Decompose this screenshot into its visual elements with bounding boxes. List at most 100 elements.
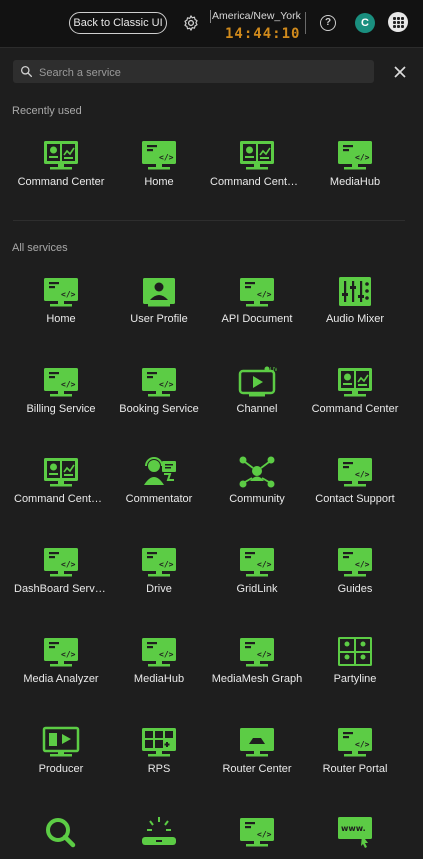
- code-monitor-icon: </>: [240, 548, 274, 577]
- svg-text:</>: </>: [61, 380, 76, 389]
- recent-tile-home[interactable]: </> Home: [110, 138, 208, 218]
- code-monitor-icon: </>: [44, 548, 78, 577]
- close-icon[interactable]: [393, 65, 407, 79]
- service-tile-service-26[interactable]: </>: [208, 815, 306, 859]
- search-box: [13, 60, 374, 85]
- recent-tile-mediahub[interactable]: </> MediaHub: [306, 138, 404, 218]
- code-monitor-icon: </>: [142, 141, 176, 170]
- commentator-icon: [144, 457, 176, 485]
- service-label: Channel: [236, 403, 278, 415]
- all-services-title: All services: [12, 242, 68, 254]
- svg-text:</>: </>: [159, 153, 174, 162]
- top-bar: Back to Classic UI America/New_York 14:4…: [0, 0, 423, 47]
- service-tile-channel[interactable]: LIVE Channel: [208, 365, 306, 445]
- service-tile-command-center[interactable]: Command Center...: [12, 455, 110, 535]
- service-label: Billing Service: [26, 403, 96, 415]
- service-tile-contact-support[interactable]: </> Contact Support: [306, 455, 404, 535]
- service-tile-drive[interactable]: </> Drive: [110, 545, 208, 625]
- service-label: User Profile: [130, 313, 188, 325]
- dashboard-monitor-icon: [44, 141, 78, 170]
- svg-text:</>: </>: [257, 560, 272, 569]
- service-tile-router-center[interactable]: Router Center: [208, 725, 306, 805]
- service-label: Router Portal: [322, 763, 388, 775]
- service-label: Command Center: [311, 403, 399, 415]
- service-label: Router Center: [222, 763, 292, 775]
- code-monitor-icon: </>: [44, 278, 78, 307]
- code-monitor-icon: </>: [240, 638, 274, 667]
- rps-icon: [142, 728, 176, 757]
- service-tile-partyline[interactable]: Partyline: [306, 635, 404, 715]
- router-center-icon: [240, 728, 274, 757]
- service-tile-service-24[interactable]: [12, 815, 110, 859]
- code-monitor-icon: </>: [44, 368, 78, 397]
- topbar-divider: [305, 12, 306, 34]
- service-tile-api-document[interactable]: </> API Document: [208, 275, 306, 355]
- svg-text:</>: </>: [159, 650, 174, 659]
- svg-text:</>: </>: [355, 740, 370, 749]
- dashboard-monitor-icon: [44, 458, 78, 487]
- service-tile-guides[interactable]: </> Guides: [306, 545, 404, 625]
- svg-text:</>: </>: [257, 290, 272, 299]
- service-label: Home: [46, 313, 76, 325]
- svg-text:</>: </>: [61, 560, 76, 569]
- timezone-label: America/New_York: [212, 10, 301, 22]
- svg-text:</>: </>: [355, 560, 370, 569]
- service-tile-router-portal[interactable]: </> Router Portal: [306, 725, 404, 805]
- service-label: Drive: [146, 583, 172, 595]
- service-tile-audio-mixer[interactable]: Audio Mixer: [306, 275, 404, 355]
- service-tile-gridlink[interactable]: </> GridLink: [208, 545, 306, 625]
- avatar[interactable]: C: [355, 13, 375, 33]
- service-label: MediaMesh Graph: [211, 673, 303, 685]
- service-label: Partyline: [333, 673, 377, 685]
- service-label: API Document: [221, 313, 293, 325]
- service-label: Audio Mixer: [325, 313, 385, 325]
- code-monitor-icon: </>: [142, 368, 176, 397]
- service-label: Commentator: [125, 493, 193, 505]
- timezone-separator: [210, 10, 211, 23]
- partyline-icon: [338, 637, 372, 666]
- community-icon: [239, 456, 275, 488]
- recent-tile-command-center[interactable]: Command Center...: [208, 138, 306, 218]
- svg-text:</>: </>: [61, 650, 76, 659]
- gear-icon[interactable]: [182, 14, 200, 32]
- service-tile-mediamesh-graph[interactable]: </> MediaMesh Graph: [208, 635, 306, 715]
- service-tile-rps[interactable]: RPS: [110, 725, 208, 805]
- service-tile-community[interactable]: Community: [208, 455, 306, 535]
- service-label: MediaHub: [133, 673, 185, 685]
- service-tile-command-center[interactable]: Command Center: [306, 365, 404, 445]
- service-tile-billing-service[interactable]: </> Billing Service: [12, 365, 110, 445]
- service-tile-user-profile[interactable]: User Profile: [110, 275, 208, 355]
- service-launcher-panel: Recently used Command Center </> Home Co…: [0, 47, 423, 859]
- service-tile-booking-service[interactable]: </> Booking Service: [110, 365, 208, 445]
- live-channel-icon: LIVE: [238, 366, 277, 397]
- service-label: Command Center...: [210, 176, 306, 188]
- service-tile-home[interactable]: </> Home: [12, 275, 110, 355]
- service-label: Command Center...: [14, 493, 110, 505]
- service-tile-mediahub[interactable]: </> MediaHub: [110, 635, 208, 715]
- recent-tile-command-center[interactable]: Command Center: [12, 138, 110, 218]
- app-launcher-icon[interactable]: [388, 12, 408, 32]
- service-tile-media-analyzer[interactable]: </> Media Analyzer: [12, 635, 110, 715]
- service-tile-producer[interactable]: Producer: [12, 725, 110, 805]
- code-monitor-icon: </>: [240, 818, 274, 847]
- recently-used-title: Recently used: [12, 105, 82, 117]
- code-monitor-icon: </>: [338, 141, 372, 170]
- service-label: Community: [229, 493, 285, 505]
- help-icon[interactable]: ?: [320, 15, 336, 31]
- service-label: Contact Support: [315, 493, 395, 505]
- service-label: RPS: [147, 763, 171, 775]
- service-label: GridLink: [236, 583, 278, 595]
- service-tile-commentator[interactable]: Commentator: [110, 455, 208, 535]
- service-label: Command Center: [17, 176, 105, 188]
- service-label: Producer: [38, 763, 84, 775]
- search-input[interactable]: [37, 60, 371, 85]
- service-tile-service-25[interactable]: [110, 815, 208, 859]
- service-tile-dashboard-service[interactable]: </> DashBoard Service: [12, 545, 110, 625]
- audio-mixer-icon: [339, 277, 371, 306]
- code-monitor-icon: </>: [338, 458, 372, 487]
- code-monitor-icon: </>: [240, 278, 274, 307]
- section-divider: [13, 220, 405, 221]
- code-monitor-icon: </>: [338, 548, 372, 577]
- service-tile-service-27[interactable]: www.: [306, 815, 404, 859]
- back-to-classic-button[interactable]: Back to Classic UI: [69, 12, 167, 34]
